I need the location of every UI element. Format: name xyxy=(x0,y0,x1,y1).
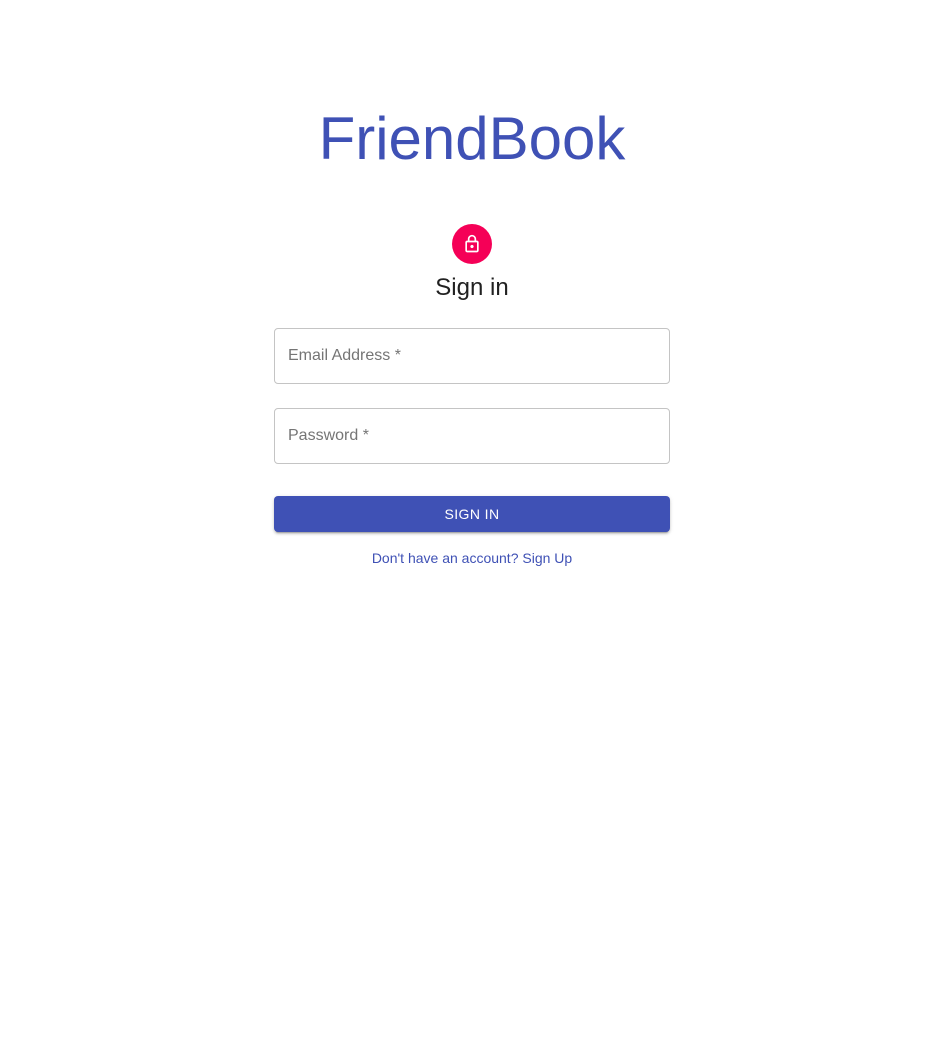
app-title: FriendBook xyxy=(318,105,626,172)
password-input[interactable] xyxy=(288,409,656,463)
lock-icon xyxy=(465,234,479,253)
sign-up-link[interactable]: Don't have an account? Sign Up xyxy=(0,549,944,567)
signin-heading: Sign in xyxy=(435,274,509,301)
email-field[interactable]: Email Address * xyxy=(274,328,670,384)
password-field[interactable]: Password * xyxy=(274,408,670,464)
lock-avatar xyxy=(452,224,492,264)
sign-in-button[interactable]: SIGN IN xyxy=(274,496,670,532)
email-input[interactable] xyxy=(288,329,656,383)
